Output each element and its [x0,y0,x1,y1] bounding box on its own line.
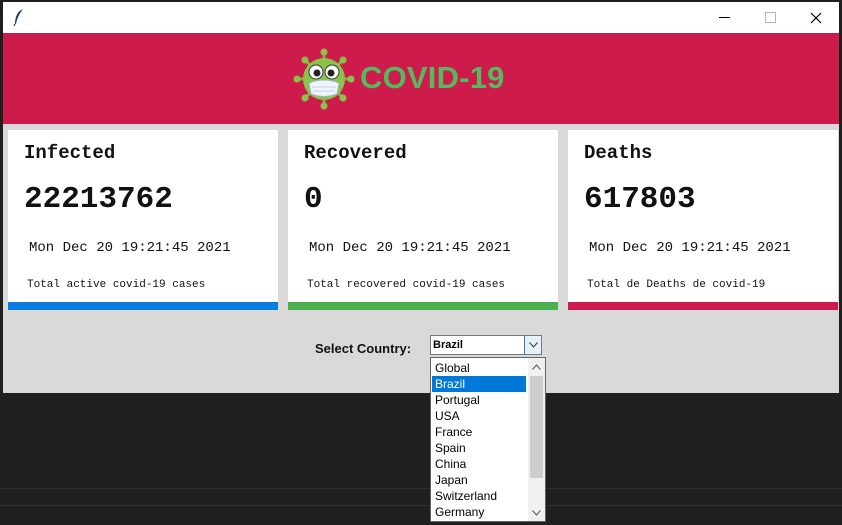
country-option[interactable]: China [432,456,526,472]
recovered-count: 0 [304,182,323,217]
scroll-down-button[interactable] [528,504,545,521]
card-description: Total de Deaths de covid-19 [587,279,766,291]
close-button[interactable] [793,2,839,33]
infected-count: 22213762 [24,182,173,217]
title-bar [3,2,839,33]
recovered-card: Recovered 0 Mon Dec 20 19:21:45 2021 Tot… [288,130,558,310]
scrollbar-thumb[interactable] [530,376,543,478]
card-timestamp: Mon Dec 20 19:21:45 2021 [29,240,231,256]
country-option[interactable]: Switzerland [432,488,526,504]
country-option[interactable]: Germany [432,504,526,520]
chevron-down-icon [532,509,541,516]
chevron-down-icon [528,342,538,348]
country-option-selected[interactable]: Brazil [432,376,526,392]
select-country-label: Select Country: [315,341,412,356]
country-option[interactable]: Global [432,360,526,376]
chevron-up-icon [532,363,541,370]
card-title: Infected [24,142,116,164]
card-description: Total active covid-19 cases [27,279,206,291]
maximize-button[interactable] [747,2,793,33]
country-option[interactable]: Spain [432,440,526,456]
app-header: COVID-19 [3,33,839,124]
country-combobox[interactable]: Brazil [430,335,542,355]
card-accent-bar [288,302,558,310]
card-accent-bar [568,302,838,310]
minimize-icon [718,16,730,18]
scroll-up-button[interactable] [528,358,545,375]
country-option[interactable]: Japan [432,472,526,488]
card-title: Recovered [304,142,407,164]
minimize-button[interactable] [701,2,747,33]
deaths-card: Deaths 617803 Mon Dec 20 19:21:45 2021 T… [568,130,838,310]
card-timestamp: Mon Dec 20 19:21:45 2021 [589,240,791,256]
country-option[interactable]: Portugal [432,392,526,408]
virus-icon [293,48,355,110]
combobox-dropdown-button[interactable] [524,336,541,354]
close-icon [810,12,822,23]
infected-card: Infected 22213762 Mon Dec 20 19:21:45 20… [8,130,278,310]
country-option[interactable]: USA [432,408,526,424]
app-window: COVID-19 Infected 22213762 Mon Dec 20 19… [3,2,839,393]
combobox-value: Brazil [433,339,463,351]
maximize-icon [764,12,776,23]
desktop-divider [0,488,842,489]
dropdown-scrollbar[interactable] [528,358,545,521]
card-accent-bar [8,302,278,310]
country-dropdown-list: Global Brazil Portugal USA France Spain … [430,357,546,522]
country-option[interactable]: France [432,424,526,440]
card-description: Total recovered covid-19 cases [307,279,506,291]
card-title: Deaths [584,142,653,164]
card-timestamp: Mon Dec 20 19:21:45 2021 [309,240,511,256]
desktop-divider [0,505,842,506]
deaths-count: 617803 [584,182,696,217]
feather-icon [13,9,23,26]
app-title: COVID-19 [360,60,505,95]
